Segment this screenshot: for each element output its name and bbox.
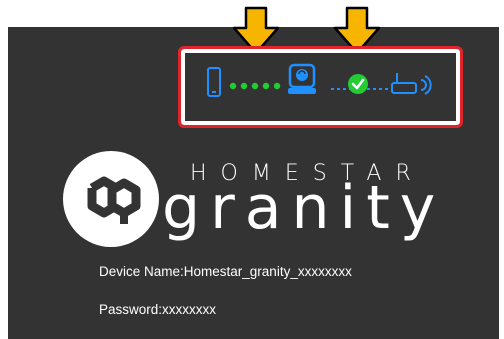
device-icon: [287, 63, 317, 97]
connection-status-panel: [178, 46, 463, 128]
password-text: Password:xxxxxxxx: [99, 302, 217, 317]
phone-device-link: [229, 78, 285, 96]
check-circle-icon: [347, 73, 369, 100]
router-icon: [391, 67, 433, 97]
granity-logo-icon: [62, 150, 160, 253]
phone-icon: [207, 67, 221, 97]
device-name-text: Device Name:Homestar_granity_xxxxxxxx: [99, 264, 352, 279]
brand-main-text: granity: [162, 173, 446, 243]
